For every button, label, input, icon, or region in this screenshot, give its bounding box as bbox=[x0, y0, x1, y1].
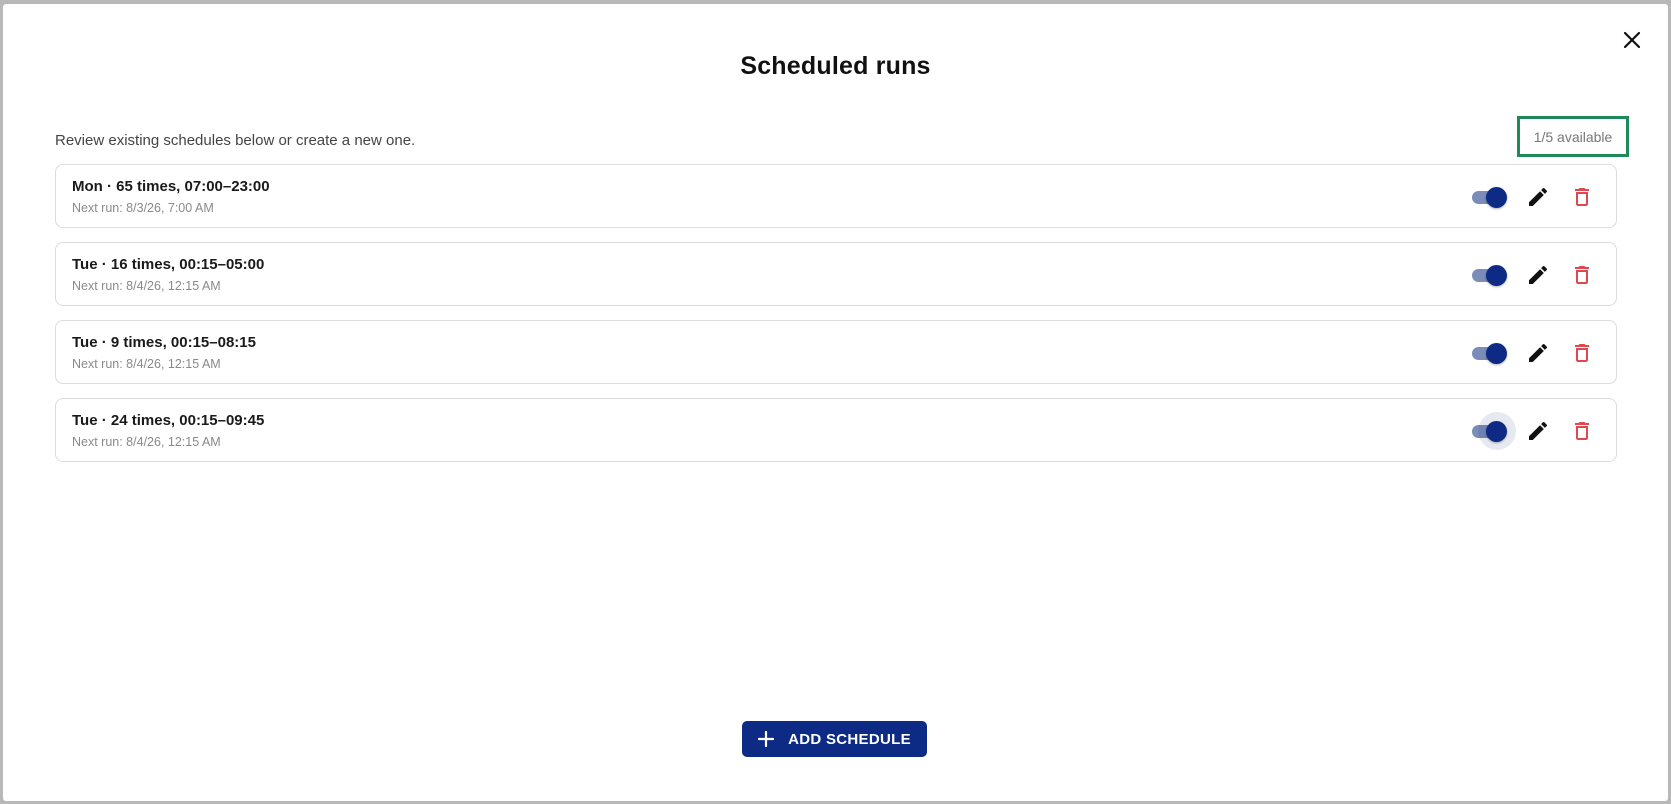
toggle-knob bbox=[1486, 343, 1507, 364]
delete-schedule-button[interactable] bbox=[1570, 185, 1594, 209]
delete-schedule-button[interactable] bbox=[1570, 419, 1594, 443]
schedule-summary: Tue · 9 times, 00:15–08:15 bbox=[72, 334, 256, 351]
add-schedule-label: ADD SCHEDULE bbox=[788, 730, 911, 748]
schedule-row: Tue · 16 times, 00:15–05:00 Next run: 8/… bbox=[55, 242, 1617, 306]
edit-schedule-button[interactable] bbox=[1526, 419, 1550, 443]
close-button[interactable] bbox=[1618, 26, 1646, 54]
pencil-icon bbox=[1529, 421, 1548, 440]
schedule-enabled-toggle[interactable] bbox=[1470, 186, 1508, 208]
pencil-icon bbox=[1529, 343, 1548, 362]
schedule-summary: Tue · 16 times, 00:15–05:00 bbox=[72, 256, 265, 273]
schedule-enabled-toggle[interactable] bbox=[1470, 342, 1508, 364]
pencil-icon bbox=[1529, 187, 1548, 206]
schedule-summary: Tue · 24 times, 00:15–09:45 bbox=[72, 412, 265, 429]
edit-schedule-button[interactable] bbox=[1526, 341, 1550, 365]
dialog-subtitle: Review existing schedules below or creat… bbox=[55, 132, 416, 149]
delete-schedule-button[interactable] bbox=[1570, 263, 1594, 287]
edit-schedule-button[interactable] bbox=[1526, 185, 1550, 209]
add-schedule-button[interactable]: ADD SCHEDULE bbox=[742, 721, 927, 757]
dialog-title: Scheduled runs bbox=[740, 52, 931, 80]
available-count-text: 1/5 available bbox=[1533, 128, 1613, 145]
trash-icon bbox=[1575, 188, 1589, 206]
schedule-row: Tue · 24 times, 00:15–09:45 Next run: 8/… bbox=[55, 398, 1617, 462]
scheduled-runs-dialog: Scheduled runs Review existing schedules… bbox=[3, 4, 1668, 801]
schedule-next-run: Next run: 8/4/26, 12:15 AM bbox=[72, 357, 221, 371]
trash-icon bbox=[1575, 344, 1589, 362]
schedule-next-run: Next run: 8/4/26, 12:15 AM bbox=[72, 279, 221, 293]
schedule-enabled-toggle[interactable] bbox=[1470, 264, 1508, 286]
schedule-row: Tue · 9 times, 00:15–08:15 Next run: 8/4… bbox=[55, 320, 1617, 384]
delete-schedule-button[interactable] bbox=[1570, 341, 1594, 365]
close-icon bbox=[1623, 31, 1641, 49]
schedule-next-run: Next run: 8/3/26, 7:00 AM bbox=[72, 201, 214, 215]
schedule-enabled-toggle[interactable] bbox=[1470, 412, 1516, 450]
schedule-summary: Mon · 65 times, 07:00–23:00 bbox=[72, 178, 270, 195]
plus-icon bbox=[758, 731, 775, 747]
available-count-badge: 1/5 available bbox=[1517, 116, 1629, 157]
schedule-next-run: Next run: 8/4/26, 12:15 AM bbox=[72, 435, 221, 449]
toggle-knob bbox=[1486, 421, 1507, 442]
schedule-list: Mon · 65 times, 07:00–23:00 Next run: 8/… bbox=[55, 164, 1617, 476]
schedule-row: Mon · 65 times, 07:00–23:00 Next run: 8/… bbox=[55, 164, 1617, 228]
toggle-knob bbox=[1486, 187, 1507, 208]
pencil-icon bbox=[1529, 265, 1548, 284]
edit-schedule-button[interactable] bbox=[1526, 263, 1550, 287]
toggle-knob bbox=[1486, 265, 1507, 286]
trash-icon bbox=[1575, 266, 1589, 284]
trash-icon bbox=[1575, 422, 1589, 440]
